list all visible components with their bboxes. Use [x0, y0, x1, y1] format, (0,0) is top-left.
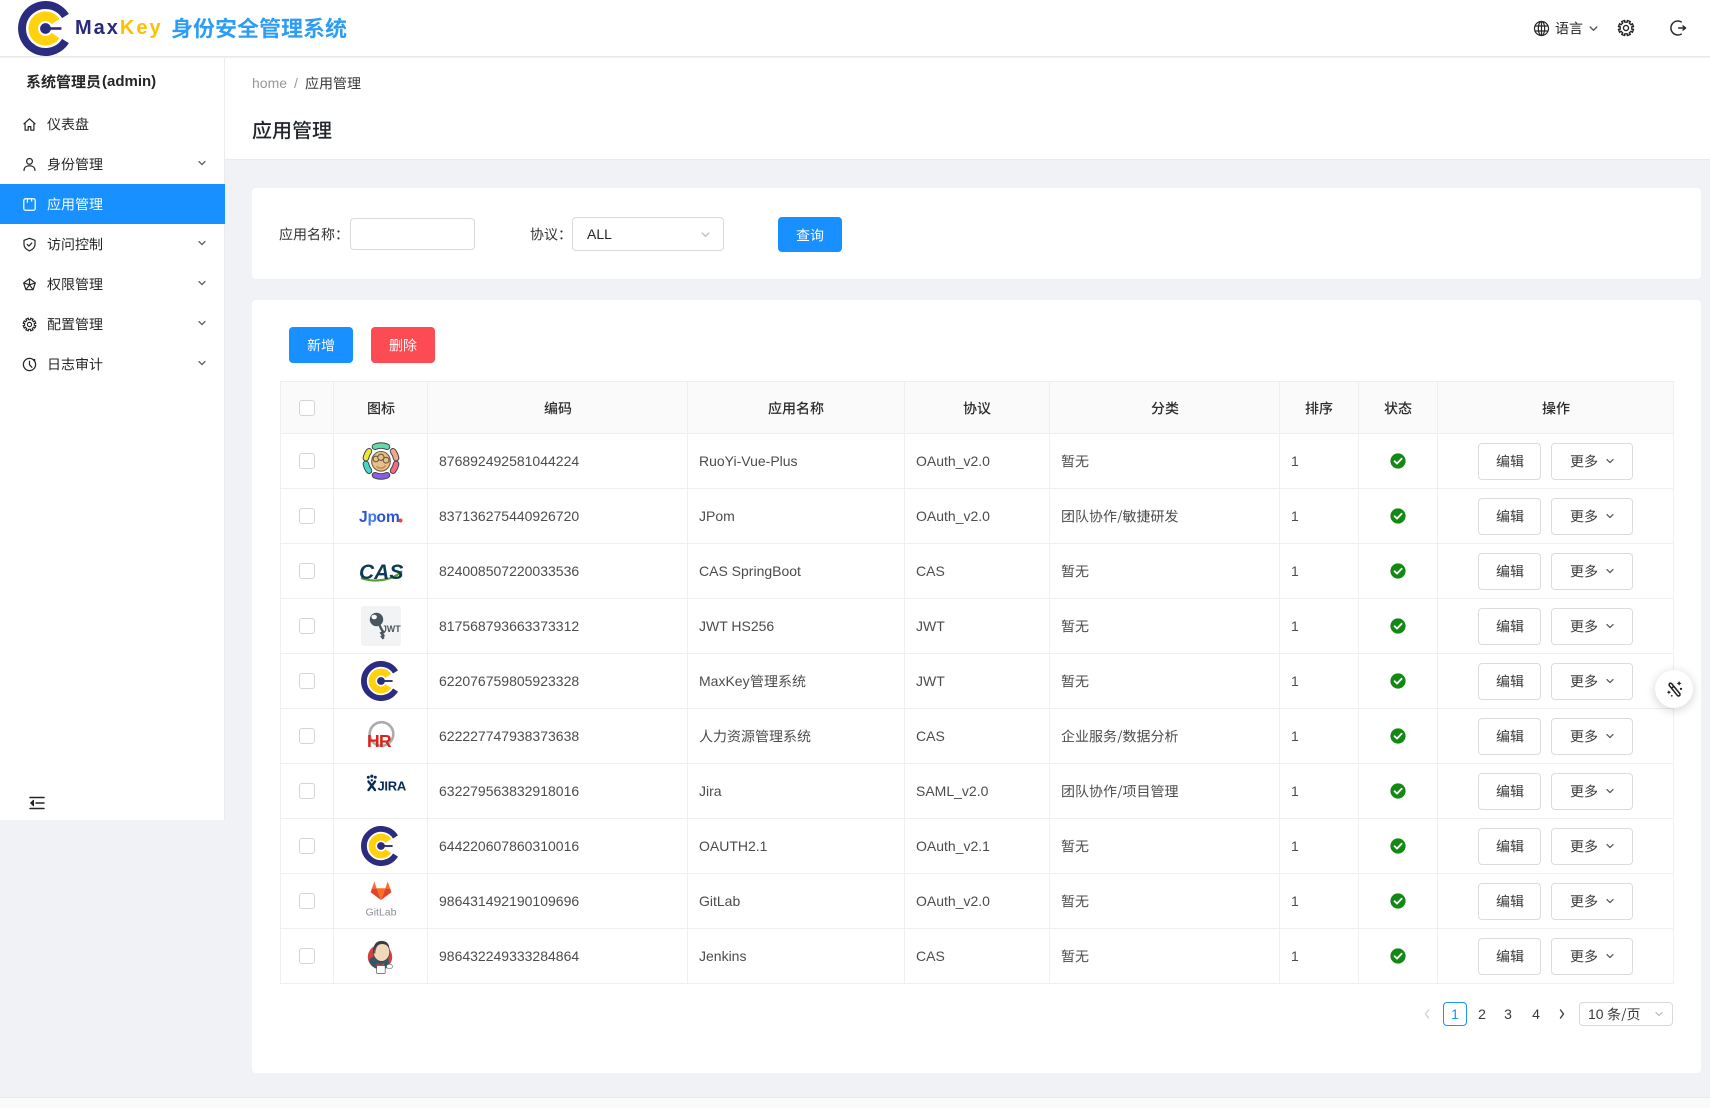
svg-text:GitLab: GitLab	[365, 907, 396, 919]
svg-text:JWT: JWT	[382, 624, 401, 634]
svg-text:H: H	[367, 731, 380, 751]
svg-text:J: J	[359, 509, 368, 526]
svg-text:CAS: CAS	[359, 561, 403, 584]
svg-text:JIRA: JIRA	[377, 779, 406, 794]
svg-text:om: om	[376, 509, 399, 526]
svg-text:R: R	[379, 731, 392, 751]
